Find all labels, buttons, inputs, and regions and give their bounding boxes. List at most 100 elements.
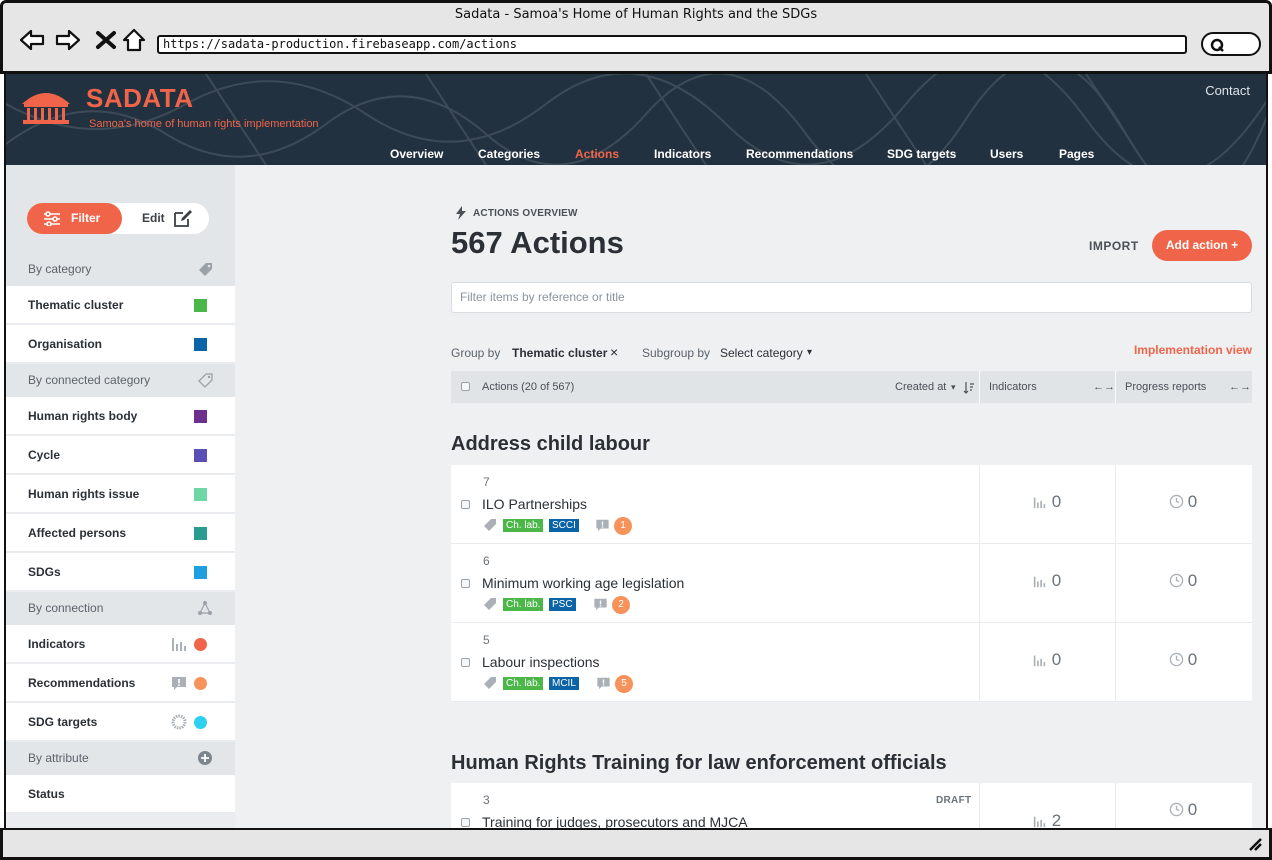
main-nav: Overview Categories Actions Indicators R…	[6, 147, 1266, 165]
thematic-tag[interactable]: Ch. lab.	[503, 519, 544, 532]
sort-created-at[interactable]: Created at	[895, 381, 946, 393]
sidebar-item-label: Status	[28, 787, 65, 801]
row-reference: 6	[483, 554, 490, 568]
sidebar-item-sdg-targets[interactable]: SDG targets	[6, 703, 235, 741]
edit-pencil-icon[interactable]	[173, 208, 193, 228]
indicator-bars-icon	[1033, 576, 1045, 588]
row-title[interactable]: Minimum working age legislation	[482, 575, 684, 591]
brand-subtitle: Samoa's home of human rights implementat…	[89, 118, 319, 130]
progress-count: 0	[1187, 492, 1198, 511]
row-checkbox[interactable]	[461, 500, 470, 509]
indicators-cell: 0	[979, 492, 1115, 512]
sidebar-item-affected-persons[interactable]: Affected persons	[6, 514, 235, 552]
nav-pages[interactable]: Pages	[1059, 147, 1094, 161]
subgroup-select[interactable]: Select category	[720, 346, 803, 360]
forward-arrow-icon[interactable]	[55, 27, 81, 53]
import-button[interactable]: IMPORT	[1089, 239, 1139, 253]
color-swatch	[194, 527, 207, 540]
chevron-down-icon[interactable]: ▾	[807, 347, 812, 358]
sidebar-item-label: Recommendations	[28, 676, 136, 690]
table-row[interactable]: 7 ILO Partnerships Ch. lab. SCCI 1 0 0	[451, 465, 1252, 544]
back-arrow-icon[interactable]	[19, 27, 45, 53]
nav-actions[interactable]: Actions	[575, 147, 619, 161]
contact-link[interactable]: Contact	[1205, 83, 1250, 98]
status-badge: DRAFT	[936, 795, 972, 806]
color-dot	[194, 716, 207, 729]
url-bar[interactable]: https://sadata-production.firebaseapp.co…	[157, 35, 1187, 54]
sort-direction-icon[interactable]	[963, 381, 975, 394]
sort-caret-icon[interactable]: ▾	[951, 382, 956, 393]
nav-sdg-targets[interactable]: SDG targets	[887, 147, 956, 161]
actions-count-header: Actions (20 of 567)	[482, 381, 575, 393]
sidebar-item-label: Human rights body	[28, 409, 138, 423]
close-x-icon[interactable]	[93, 27, 119, 53]
browser-chrome: Sadata - Samoa's Home of Human Rights an…	[0, 0, 1272, 74]
sidebar-item-human-rights-body[interactable]: Human rights body	[6, 397, 235, 435]
search-input[interactable]: Filter items by reference or title	[451, 282, 1252, 313]
row-checkbox[interactable]	[461, 579, 470, 588]
nav-indicators[interactable]: Indicators	[654, 147, 711, 161]
sidebar-item-human-rights-issue[interactable]: Human rights issue	[6, 475, 235, 513]
site-header: SADATA Samoa's home of human rights impl…	[6, 74, 1266, 165]
select-all-checkbox[interactable]	[461, 382, 470, 391]
remove-group-icon[interactable]: ×	[610, 344, 618, 360]
table-row[interactable]: 3 DRAFT Training for judges, prosecutors…	[451, 783, 1252, 828]
section-label: By connection	[28, 601, 104, 615]
sidebar-item-thematic-cluster[interactable]: Thematic cluster	[6, 286, 235, 324]
sidebar-item-indicators[interactable]: Indicators	[6, 625, 235, 663]
page-viewport: SADATA Samoa's home of human rights impl…	[4, 74, 1268, 828]
row-checkbox[interactable]	[461, 658, 470, 667]
clock-icon	[1169, 494, 1184, 509]
thematic-tag[interactable]: Ch. lab.	[503, 598, 544, 611]
clock-icon	[1169, 573, 1184, 588]
group-by-label: Group by	[451, 346, 501, 360]
sidebar-item-cycle[interactable]: Cycle	[6, 436, 235, 474]
group-title: Address child labour	[451, 433, 650, 455]
recommendation-icon	[594, 598, 607, 611]
indicator-bars-icon	[1033, 816, 1045, 828]
table-row[interactable]: 6 Minimum working age legislation Ch. la…	[451, 544, 1252, 623]
add-circle-icon[interactable]	[197, 750, 213, 766]
row-checkbox[interactable]	[461, 818, 470, 827]
filter-button[interactable]: Filter	[27, 203, 122, 234]
expand-indicators-icon[interactable]: ←→	[1093, 381, 1115, 393]
thematic-tag[interactable]: Ch. lab.	[503, 677, 544, 690]
window-title: Sadata - Samoa's Home of Human Rights an…	[454, 7, 818, 22]
indicators-count: 0	[1051, 492, 1062, 511]
sidebar-section-by-category: By category	[6, 253, 235, 286]
progress-cell: 0	[1115, 650, 1251, 670]
nav-recommendations[interactable]: Recommendations	[746, 147, 853, 161]
clock-icon	[1169, 802, 1184, 817]
row-title[interactable]: Labour inspections	[482, 654, 600, 670]
sidebar-item-label: SDGs	[28, 565, 61, 579]
expand-progress-icon[interactable]: ←→	[1229, 381, 1251, 393]
nav-categories[interactable]: Categories	[478, 147, 540, 161]
sidebar-item-sdgs[interactable]: SDGs	[6, 553, 235, 591]
home-icon[interactable]	[121, 27, 147, 53]
organisation-tag[interactable]: MCIL	[549, 677, 579, 690]
browser-status-bar	[0, 828, 1272, 860]
add-action-button[interactable]: Add action +	[1152, 230, 1252, 261]
edit-button[interactable]: Edit	[142, 203, 165, 234]
sidebar-item-organisation[interactable]: Organisation	[6, 325, 235, 363]
sidebar-item-label: Indicators	[28, 637, 86, 651]
tag-filled-icon	[199, 263, 212, 276]
brand-title[interactable]: SADATA	[86, 83, 193, 114]
organisation-tag[interactable]: SCCI	[549, 519, 579, 532]
color-dot	[194, 638, 207, 651]
progress-count: 0	[1187, 800, 1198, 819]
indicators-count: 2	[1051, 811, 1062, 828]
sidebar-item-status[interactable]: Status	[6, 775, 235, 813]
nav-overview[interactable]: Overview	[390, 147, 443, 161]
row-title[interactable]: ILO Partnerships	[482, 496, 587, 512]
lightning-icon	[456, 206, 466, 220]
row-title[interactable]: Training for judges, prosecutors and MJC…	[482, 814, 748, 828]
sidebar-item-recommendations[interactable]: Recommendations	[6, 664, 235, 702]
resize-grip-icon[interactable]	[1247, 836, 1263, 852]
implementation-view-link[interactable]: Implementation view	[1134, 343, 1252, 357]
group-by-value[interactable]: Thematic cluster	[512, 346, 607, 360]
table-row[interactable]: 5 Labour inspections Ch. lab. MCIL 5 0 0	[451, 623, 1252, 702]
nav-users[interactable]: Users	[990, 147, 1023, 161]
organisation-tag[interactable]: PSC	[549, 598, 576, 611]
browser-search-button[interactable]	[1201, 32, 1261, 56]
